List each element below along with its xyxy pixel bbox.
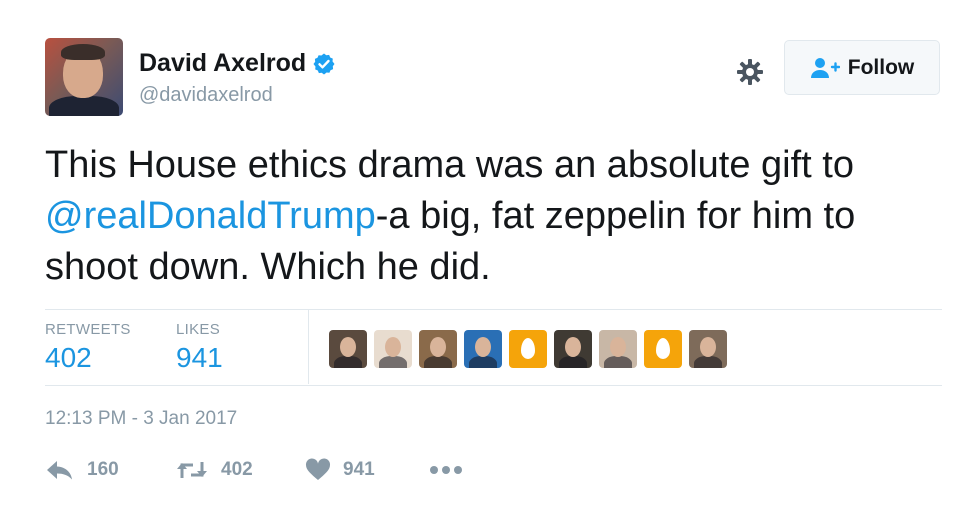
retweets-value: 402 [45, 342, 92, 373]
author-name-text: David Axelrod [139, 49, 307, 77]
retweets-label: RETWEETS [45, 321, 131, 338]
liker-face [565, 337, 581, 357]
liker-face [430, 337, 446, 357]
verified-badge-icon [313, 53, 335, 74]
liker-body [559, 356, 587, 368]
reply-button[interactable]: 160 [45, 458, 175, 482]
retweet-button[interactable]: 402 [175, 458, 305, 482]
liker-avatars [329, 330, 727, 368]
heart-icon [305, 458, 331, 480]
liker-avatar[interactable] [419, 330, 457, 368]
liker-avatar-egg[interactable] [644, 330, 682, 368]
like-button[interactable]: 941 [305, 458, 429, 482]
author-name[interactable]: David Axelrod [139, 49, 336, 78]
liker-body [334, 356, 362, 368]
liker-body [604, 356, 632, 368]
avatar-hair [61, 44, 105, 60]
liker-face [475, 337, 491, 357]
follow-label: Follow [847, 55, 915, 79]
liker-avatar[interactable] [689, 330, 727, 368]
author-avatar[interactable] [45, 38, 123, 116]
liker-avatar[interactable] [599, 330, 637, 368]
liker-body [694, 356, 722, 368]
more-button[interactable] [429, 465, 463, 475]
likes-value: 941 [176, 342, 223, 373]
retweet-icon [177, 462, 207, 478]
likes-label: LIKES [176, 321, 221, 338]
stats-top-divider [45, 309, 942, 310]
liker-body [379, 356, 407, 368]
liker-body [424, 356, 452, 368]
tweet-timestamp[interactable]: 12:13 PM - 3 Jan 2017 [45, 408, 237, 430]
more-icon [430, 466, 462, 474]
liker-avatar[interactable] [374, 330, 412, 368]
stats-bottom-divider [45, 385, 942, 386]
liker-face [700, 337, 716, 357]
avatar-suit [49, 96, 119, 116]
likes-stat[interactable]: LIKES 941 [176, 321, 223, 374]
tweet-text: This House ethics drama was an absolute … [45, 140, 945, 293]
stats-vertical-divider [308, 310, 309, 384]
liker-avatar[interactable] [329, 330, 367, 368]
liker-avatar-egg[interactable] [509, 330, 547, 368]
retweets-stat[interactable]: RETWEETS 402 [45, 321, 131, 374]
liker-avatar[interactable] [464, 330, 502, 368]
liker-face [385, 337, 401, 357]
add-user-icon [810, 57, 840, 78]
liker-face [610, 337, 626, 357]
retweet-count: 402 [221, 459, 253, 480]
author-handle[interactable]: @davidaxelrod [139, 84, 273, 107]
liker-face [340, 337, 356, 357]
like-count: 941 [343, 459, 375, 480]
tweet-actions: 160 402 941 [45, 458, 463, 482]
follow-button[interactable]: Follow [784, 40, 940, 95]
liker-avatar[interactable] [554, 330, 592, 368]
tweet-text-start: This House ethics drama was an absolute … [45, 144, 854, 186]
reply-count: 160 [87, 459, 119, 480]
tweet-mention-link[interactable]: @realDonaldTrump [45, 195, 376, 237]
reply-icon [47, 461, 72, 480]
gear-icon[interactable] [734, 56, 766, 88]
liker-body [469, 356, 497, 368]
